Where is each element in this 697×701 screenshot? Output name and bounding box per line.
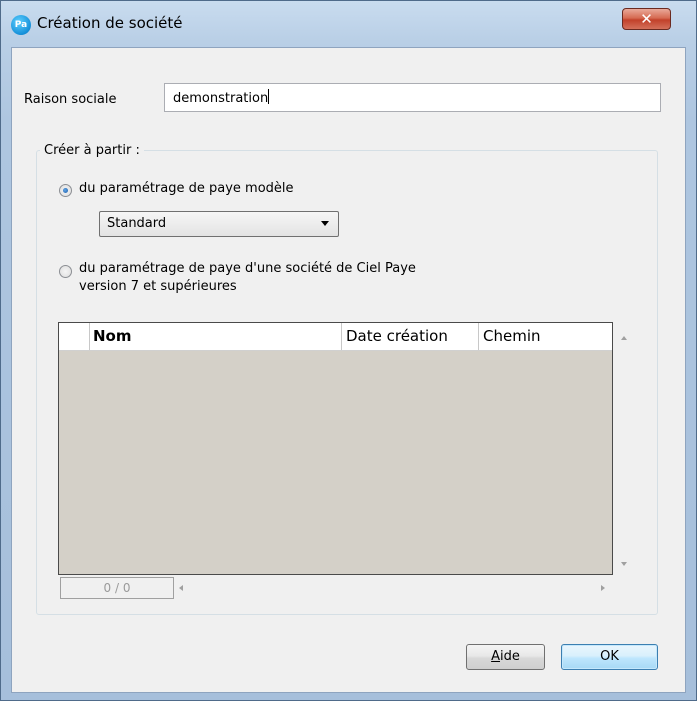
table-corner-cell: [59, 323, 90, 350]
scroll-down-icon[interactable]: [621, 562, 627, 566]
raison-sociale-value: demonstration: [173, 91, 269, 106]
table-horizontal-scrollbar[interactable]: [175, 577, 615, 599]
raison-sociale-input[interactable]: demonstration: [164, 83, 661, 112]
raison-sociale-label: Raison sociale: [24, 92, 117, 107]
table-vertical-scrollbar[interactable]: [618, 328, 632, 578]
radio-parametrage-societe-label-line1[interactable]: du paramétrage de paye d'une société de …: [79, 261, 416, 276]
column-header-chemin[interactable]: Chemin: [478, 323, 612, 350]
aide-button[interactable]: Aide: [466, 644, 545, 670]
creer-a-partir-legend: Créer à partir :: [40, 143, 144, 158]
aide-mnemonic: A: [491, 649, 501, 664]
radio-parametrage-societe[interactable]: [59, 265, 72, 278]
column-header-date-creation[interactable]: Date création: [341, 323, 478, 350]
column-header-nom[interactable]: Nom: [89, 323, 341, 350]
scroll-right-icon[interactable]: [601, 585, 605, 591]
close-button[interactable]: ✕: [622, 8, 671, 30]
modele-select-value: Standard: [107, 216, 167, 231]
scroll-left-icon[interactable]: [179, 585, 183, 591]
window-title: Création de société: [37, 14, 183, 32]
modele-select[interactable]: Standard: [99, 211, 339, 237]
aide-label-rest: ide: [500, 649, 520, 664]
ok-button[interactable]: OK: [561, 644, 658, 670]
radio-parametrage-modele[interactable]: [59, 184, 72, 197]
record-counter: 0 / 0: [60, 577, 174, 599]
scroll-up-icon[interactable]: [621, 336, 627, 340]
dialog-window: Pa Création de société ✕ Raison sociale …: [0, 0, 697, 701]
ciel-paye-app-icon: Pa: [11, 15, 31, 35]
chevron-down-icon: [321, 221, 329, 226]
radio-parametrage-societe-label-line2[interactable]: version 7 et supérieures: [79, 279, 237, 294]
radio-parametrage-modele-label[interactable]: du paramétrage de paye modèle: [79, 181, 294, 196]
text-caret: [268, 89, 270, 104]
title-bar[interactable]: Pa Création de société ✕: [1, 1, 696, 47]
table-header: Nom Date création Chemin: [59, 323, 612, 351]
societes-table[interactable]: Nom Date création Chemin: [58, 322, 613, 575]
dialog-client-area: Raison sociale demonstration Créer à par…: [11, 47, 686, 693]
